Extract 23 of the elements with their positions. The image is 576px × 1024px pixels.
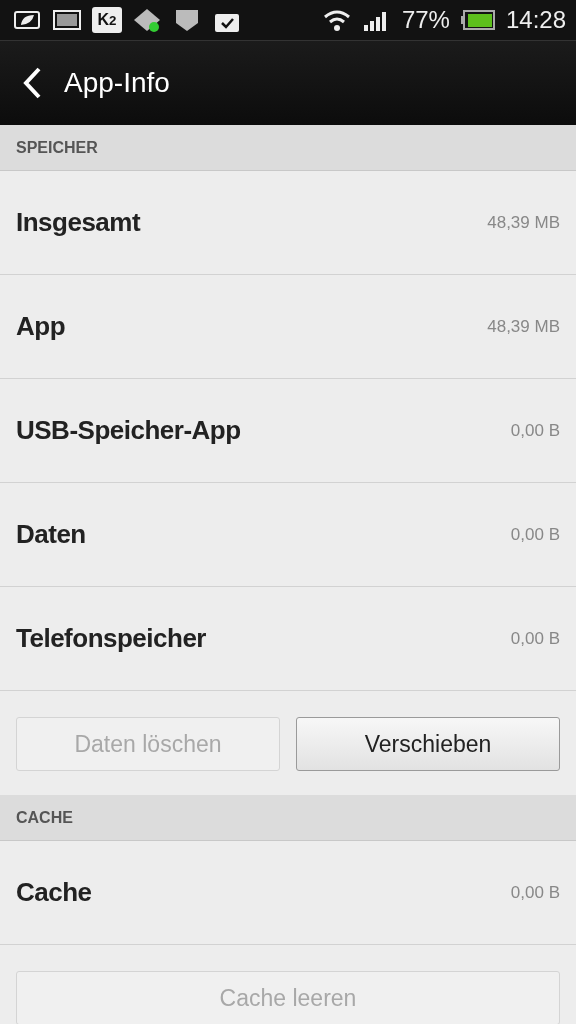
storage-value: 48,39 MB	[487, 212, 560, 233]
storage-value: 0,00 B	[510, 628, 560, 649]
wifi-icon	[321, 7, 352, 33]
storage-label: Telefonspeicher	[16, 623, 206, 654]
back-icon[interactable]	[22, 67, 42, 99]
storage-label: Cache	[16, 877, 92, 908]
clock: 14:28	[505, 6, 566, 34]
diamond-icon	[132, 7, 162, 33]
image-icon	[52, 7, 82, 33]
screen-title: App-Info	[64, 67, 170, 99]
section-title: SPEICHER	[16, 138, 98, 157]
storage-value: 0,00 B	[510, 420, 560, 441]
storage-value: 48,39 MB	[487, 316, 560, 337]
section-title: CACHE	[16, 808, 73, 827]
storage-label: USB-Speicher-App	[16, 415, 241, 446]
storage-label: Daten	[16, 519, 86, 550]
storage-value: 0,00 B	[510, 524, 560, 545]
battery-icon	[459, 7, 496, 33]
action-button[interactable]: Verschieben	[296, 717, 560, 771]
storage-label: Insgesamt	[16, 207, 141, 238]
battery-percent: 77%	[401, 6, 450, 34]
storage-value: 0,00 B	[510, 882, 560, 903]
storage-label: App	[16, 311, 66, 342]
